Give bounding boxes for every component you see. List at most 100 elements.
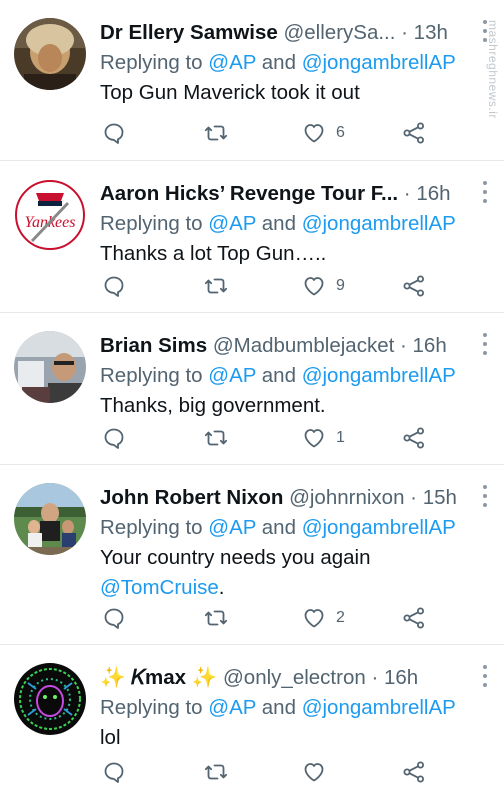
- share-icon: [402, 606, 426, 630]
- share-icon: [402, 760, 426, 784]
- reply-mention-link[interactable]: @AP: [208, 516, 256, 539]
- more-options-icon[interactable]: [482, 665, 488, 687]
- heart-icon: [302, 426, 326, 450]
- more-options-icon[interactable]: [482, 181, 488, 203]
- like-button[interactable]: 6: [302, 118, 345, 148]
- retweet-icon: [204, 606, 228, 630]
- share-button[interactable]: [402, 603, 426, 633]
- tweet-text: lol: [100, 726, 121, 749]
- reply-mention-link[interactable]: @AP: [208, 364, 256, 387]
- timestamp[interactable]: · 16h: [404, 182, 451, 205]
- like-button[interactable]: 9: [302, 271, 345, 301]
- reply-mention-link[interactable]: @jongambrellAP: [302, 696, 456, 719]
- reply-button[interactable]: [102, 757, 126, 787]
- timestamp[interactable]: · 13h: [401, 21, 448, 44]
- timestamp[interactable]: · 15h: [410, 486, 457, 509]
- avatar[interactable]: [14, 483, 86, 555]
- more-options-icon[interactable]: [482, 333, 488, 355]
- timestamp[interactable]: · 16h: [371, 666, 418, 689]
- heart-icon: [302, 760, 326, 784]
- reply-mention-link[interactable]: @jongambrellAP: [302, 212, 456, 235]
- retweet-button[interactable]: [204, 423, 228, 453]
- tweet-header: ✨ 𝐾max ✨ @only_electron · 16h: [100, 663, 490, 693]
- like-count: 9: [336, 277, 345, 294]
- comment-icon: [102, 121, 126, 145]
- reply-and: and: [261, 516, 296, 539]
- retweet-icon: [204, 426, 228, 450]
- reply-context: Replying to @AP and @jongambrellAP: [100, 48, 490, 78]
- reply-button[interactable]: [102, 423, 126, 453]
- more-options-icon[interactable]: [482, 485, 488, 507]
- reply-prefix: Replying to: [100, 516, 203, 539]
- reply-mention-link[interactable]: @AP: [208, 696, 256, 719]
- retweet-button[interactable]: [204, 757, 228, 787]
- handle[interactable]: @Madbumblejacket: [213, 334, 394, 357]
- handle[interactable]: @only_electron: [223, 666, 366, 689]
- reply-context: Replying to @AP and @jongambrellAP: [100, 361, 490, 391]
- avatar[interactable]: [14, 331, 86, 403]
- comment-icon: [102, 426, 126, 450]
- reply-mention-link[interactable]: @jongambrellAP: [302, 516, 456, 539]
- action-bar: 2: [100, 603, 440, 633]
- comment-icon: [102, 606, 126, 630]
- tweet[interactable]: ✨ 𝐾max ✨ @only_electron · 16h Replying t…: [0, 645, 504, 800]
- tweet-text: Top Gun Maverick took it out: [100, 81, 360, 104]
- reply-button[interactable]: [102, 603, 126, 633]
- avatar[interactable]: [14, 663, 86, 735]
- share-icon: [402, 274, 426, 298]
- retweet-icon: [204, 274, 228, 298]
- tweet-header: Aaron Hicks’ Revenge Tour F... · 16h: [100, 179, 490, 209]
- display-name[interactable]: Aaron Hicks’ Revenge Tour F...: [100, 182, 398, 205]
- tweet[interactable]: John Robert Nixon @johnrnixon · 15h Repl…: [0, 465, 504, 645]
- avatar[interactable]: Yankees: [14, 179, 86, 251]
- like-count: 2: [336, 609, 345, 626]
- reply-button[interactable]: [102, 271, 126, 301]
- tweet-text: Thanks, big government.: [100, 394, 326, 417]
- display-name[interactable]: Brian Sims: [100, 334, 207, 357]
- retweet-button[interactable]: [204, 271, 228, 301]
- tweet-header: Brian Sims @Madbumblejacket · 16h: [100, 331, 490, 361]
- handle[interactable]: @johnrnixon: [289, 486, 404, 509]
- action-bar: 1: [100, 423, 440, 453]
- reply-and: and: [261, 364, 296, 387]
- share-button[interactable]: [402, 423, 426, 453]
- reply-mention-link[interactable]: @jongambrellAP: [302, 364, 456, 387]
- reply-and: and: [261, 51, 296, 74]
- share-button[interactable]: [402, 118, 426, 148]
- reply-and: and: [261, 696, 296, 719]
- reply-button[interactable]: [102, 118, 126, 148]
- heart-icon: [302, 606, 326, 630]
- tweet-text: Your country needs you again @TomCruise.: [100, 543, 490, 603]
- heart-icon: [302, 274, 326, 298]
- tweet[interactable]: Yankees Aaron Hicks’ Revenge Tour F... ·…: [0, 161, 504, 313]
- like-button[interactable]: 2: [302, 603, 345, 633]
- display-name[interactable]: ✨ 𝐾max ✨: [100, 666, 217, 689]
- reply-mention-link[interactable]: @jongambrellAP: [302, 51, 456, 74]
- tweet-text: Thanks a lot Top Gun…..: [100, 242, 327, 265]
- share-button[interactable]: [402, 757, 426, 787]
- handle[interactable]: @ellerySa...: [283, 21, 395, 44]
- retweet-button[interactable]: [204, 603, 228, 633]
- like-button[interactable]: 1: [302, 423, 345, 453]
- reply-prefix: Replying to: [100, 212, 203, 235]
- reply-prefix: Replying to: [100, 696, 203, 719]
- tweet[interactable]: Brian Sims @Madbumblejacket · 16h Replyi…: [0, 313, 504, 465]
- timestamp[interactable]: · 16h: [400, 334, 447, 357]
- avatar[interactable]: [14, 18, 86, 90]
- action-bar: 9: [100, 271, 440, 301]
- reply-mention-link[interactable]: @AP: [208, 51, 256, 74]
- tweet-header: Dr Ellery Samwise @ellerySa... · 13h: [100, 18, 490, 48]
- reply-context: Replying to @AP and @jongambrellAP: [100, 209, 490, 239]
- display-name[interactable]: John Robert Nixon: [100, 486, 283, 509]
- more-options-icon[interactable]: [482, 20, 488, 42]
- retweet-icon: [204, 121, 228, 145]
- like-button[interactable]: [302, 757, 336, 787]
- like-count: 1: [336, 429, 345, 446]
- reply-mention-link[interactable]: @AP: [208, 212, 256, 235]
- display-name[interactable]: Dr Ellery Samwise: [100, 21, 278, 44]
- retweet-button[interactable]: [204, 118, 228, 148]
- share-button[interactable]: [402, 271, 426, 301]
- tweet-mention-link[interactable]: @TomCruise: [100, 576, 219, 599]
- tweet[interactable]: Dr Ellery Samwise @ellerySa... · 13h Rep…: [0, 0, 504, 161]
- reply-prefix: Replying to: [100, 364, 203, 387]
